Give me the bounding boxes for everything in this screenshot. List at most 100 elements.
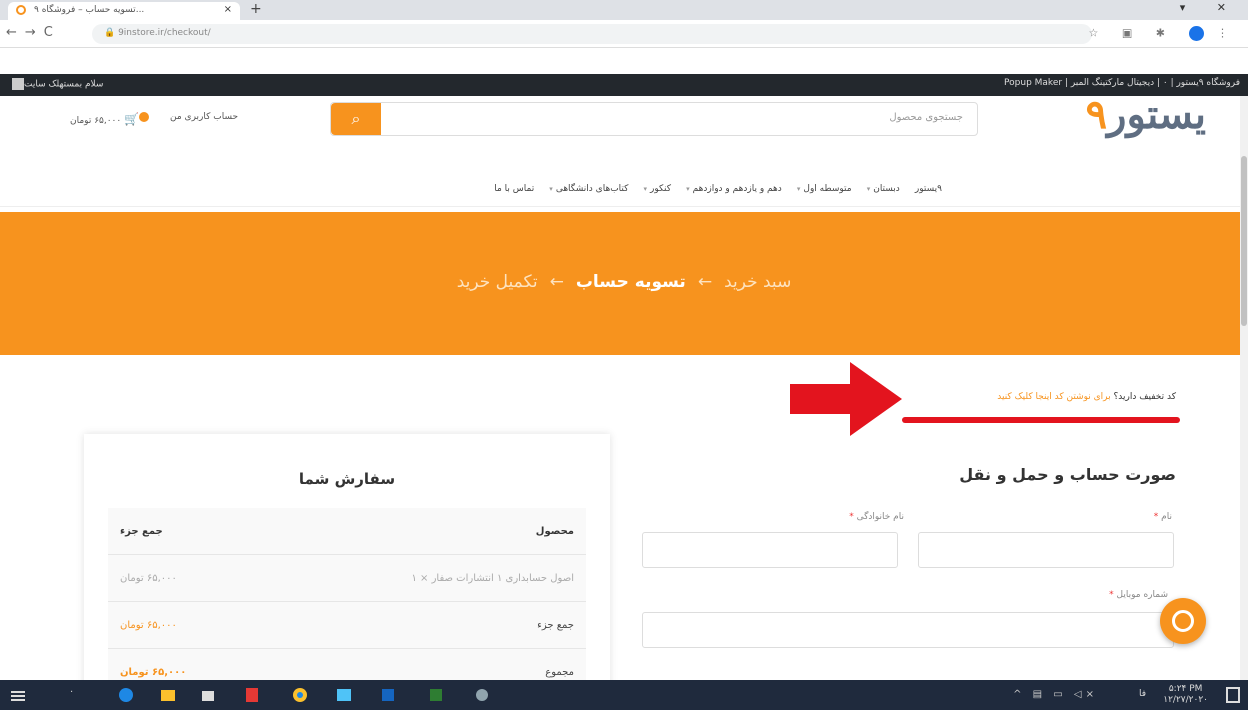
start-icon[interactable] — [10, 687, 26, 703]
annotation-arrow-icon — [790, 362, 902, 436]
window-controls[interactable]: ▾ ✕ — [1180, 1, 1240, 14]
store-icon[interactable] — [200, 687, 216, 703]
search-icon: ⌕ — [351, 109, 361, 128]
browser-tab[interactable]: تسویه حساب – فروشگاه ۹... × — [8, 2, 240, 20]
admin-greeting: سلام بمستهلک سایت — [24, 79, 104, 90]
subtotal-value: ۶۵,۰۰۰ تومان — [120, 620, 177, 631]
arrow-left-icon: ← — [697, 272, 713, 292]
step-cart[interactable]: سبد خرید — [724, 272, 791, 292]
nav-buttons[interactable]: ←→C — [6, 25, 61, 40]
coupon-question: کد تخفیف دارید؟ — [1113, 392, 1177, 402]
header-divider — [0, 206, 1248, 207]
chevron-down-icon: ▾ — [866, 185, 871, 193]
scrollbar-thumb[interactable] — [1241, 156, 1247, 326]
billing-title: صورت حساب و حمل و نقل — [959, 465, 1176, 484]
admin-bar-account[interactable]: سلام بمستهلک سایت — [8, 78, 103, 90]
menu-item-contact[interactable]: تماس با ما — [494, 184, 534, 194]
first-name-label: نام * — [1153, 512, 1172, 522]
url-text: 9instore.ir/checkout/ — [118, 28, 211, 38]
system-tray-icons[interactable]: ^ ▤ ▭ ◁× — [1013, 689, 1098, 700]
mobile-field[interactable] — [642, 612, 1174, 648]
chrome-icon[interactable] — [292, 687, 308, 703]
tab-title: تسویه حساب – فروشگاه ۹... — [34, 5, 145, 15]
address-bar-row: ←→C 🔒 9instore.ir/checkout/ ☆ ▣ ✱ ⋮ — [0, 20, 1248, 48]
menu-item-high[interactable]: دهم و یازدهم و دوازدهم▾ — [686, 184, 782, 194]
pdf-icon[interactable] — [244, 687, 260, 703]
new-tab-button[interactable]: + — [250, 1, 262, 17]
logo-text: یستور — [1107, 91, 1206, 138]
chat-icon — [1172, 610, 1194, 632]
col-product: محصول — [535, 526, 574, 537]
step-complete: تکمیل خرید — [456, 272, 538, 292]
chevron-down-icon: ▾ — [549, 185, 553, 193]
checkout-steps-banner: سبد خرید ← تسویه حساب ← تکمیل خرید — [0, 212, 1248, 355]
table-row: اصول حسابداری ۱ انتشارات صفار × ۱ ۶۵,۰۰۰… — [108, 555, 586, 602]
notification-icon[interactable] — [1226, 687, 1240, 703]
url-input[interactable]: 🔒 9instore.ir/checkout/ — [92, 24, 1092, 44]
ie-icon[interactable] — [118, 687, 134, 703]
cart-total: ۶۵,۰۰۰ تومان — [70, 116, 122, 126]
search-box: ⌕ جستجوی محصول — [330, 102, 978, 136]
page-scrollbar[interactable] — [1240, 96, 1248, 680]
cart-icon: 🛒 — [124, 112, 140, 126]
subtotal-row: جمع جزء ۶۵,۰۰۰ تومان — [108, 602, 586, 649]
annotation-underline — [902, 417, 1180, 423]
total-value: ۶۵,۰۰۰ تومان — [120, 667, 187, 678]
app-icon[interactable] — [336, 687, 352, 703]
search-input[interactable]: جستجوی محصول — [889, 112, 963, 123]
windows-taskbar: · ^ ▤ ▭ ◁× ۵:۲۴ PM ۱۲/۲۷/۲۰۲۰ فا — [0, 680, 1248, 710]
menu-item-university[interactable]: کتاب‌های دانشگاهی▾ — [549, 184, 628, 194]
clock[interactable]: ۵:۲۴ PM ۱۲/۲۷/۲۰۲۰ — [1163, 684, 1208, 706]
chat-support-button[interactable] — [1160, 598, 1206, 644]
clock-time: ۵:۲۴ PM — [1168, 684, 1203, 694]
col-subtotal: جمع جزء — [120, 526, 163, 537]
admin-bar-menu[interactable]: فروشگاه ۹یستور | ۰ | دیجیتال مارکتینگ ال… — [1004, 78, 1240, 88]
file-explorer-icon[interactable] — [160, 687, 176, 703]
wp-admin-bar: فروشگاه ۹یستور | ۰ | دیجیتال مارکتینگ ال… — [0, 74, 1248, 96]
menu-item-konkur[interactable]: کنکور▾ — [644, 184, 671, 194]
mobile-label: شماره موبایل * — [1109, 590, 1168, 600]
order-title: سفارش شما — [298, 470, 396, 488]
checkout-steps: سبد خرید ← تسویه حساب ← تکمیل خرید — [0, 272, 1248, 292]
search-icon[interactable]: · — [70, 687, 86, 703]
step-checkout: تسویه حساب — [575, 272, 686, 292]
coupon-notice: کد تخفیف دارید؟ برای نوشتن کد اینجا کلیک… — [997, 392, 1176, 402]
word-icon[interactable] — [380, 687, 396, 703]
language-indicator[interactable]: فا — [1139, 689, 1146, 699]
total-label: مجموع — [545, 667, 574, 678]
arrow-left-icon: ← — [549, 272, 564, 292]
order-table: محصول جمع جزء اصول حسابداری ۱ انتشارات ص… — [108, 508, 586, 696]
close-tab-icon[interactable]: × — [224, 4, 232, 15]
main-menu: ۹یستور دبستان▾ متوسطه اول▾ دهم و یازدهم … — [0, 176, 1248, 196]
chevron-down-icon: ▾ — [643, 185, 648, 193]
site-favicon-icon — [16, 5, 26, 15]
extensions-area[interactable]: ☆ ▣ ✱ ⋮ — [1089, 26, 1238, 41]
media-player-icon[interactable] — [474, 687, 490, 703]
subtotal-label: جمع جزء — [537, 620, 574, 631]
menu-item-middle[interactable]: متوسطه اول▾ — [797, 184, 852, 194]
table-header: محصول جمع جزء — [108, 508, 586, 555]
order-review: سفارش شما محصول جمع جزء اصول حسابداری ۱ … — [84, 434, 610, 696]
last-name-field[interactable] — [642, 532, 898, 568]
product-amount: ۶۵,۰۰۰ تومان — [120, 573, 177, 584]
site-logo[interactable]: ۹یستور — [1086, 90, 1206, 140]
coupon-link[interactable]: برای نوشتن کد اینجا کلیک کنید — [997, 392, 1110, 402]
product-name: اصول حسابداری ۱ انتشارات صفار × ۱ — [411, 573, 574, 584]
cart-count-badge — [139, 112, 150, 122]
account-link[interactable]: حساب کاربری من — [170, 112, 238, 122]
browser-tab-bar: تسویه حساب – فروشگاه ۹... × + ▾ ✕ — [0, 0, 1248, 20]
chevron-down-icon: ▾ — [796, 185, 801, 193]
last-name-label: نام خانوادگی * — [849, 512, 904, 522]
menu-item-elementary[interactable]: دبستان▾ — [867, 184, 900, 194]
admin-avatar — [12, 78, 24, 90]
menu-item-home[interactable]: ۹یستور — [915, 184, 942, 194]
cart-link[interactable]: 🛒 ۶۵,۰۰۰ تومان — [70, 112, 150, 126]
logo-nine: ۹ — [1085, 91, 1108, 138]
profile-avatar[interactable] — [1188, 26, 1204, 41]
first-name-field[interactable] — [918, 532, 1174, 568]
clock-date: ۱۲/۲۷/۲۰۲۰ — [1163, 695, 1208, 705]
excel-icon[interactable] — [428, 687, 444, 703]
search-button[interactable]: ⌕ — [331, 103, 381, 135]
lock-icon: 🔒 — [104, 28, 119, 38]
chevron-down-icon: ▾ — [686, 185, 690, 193]
